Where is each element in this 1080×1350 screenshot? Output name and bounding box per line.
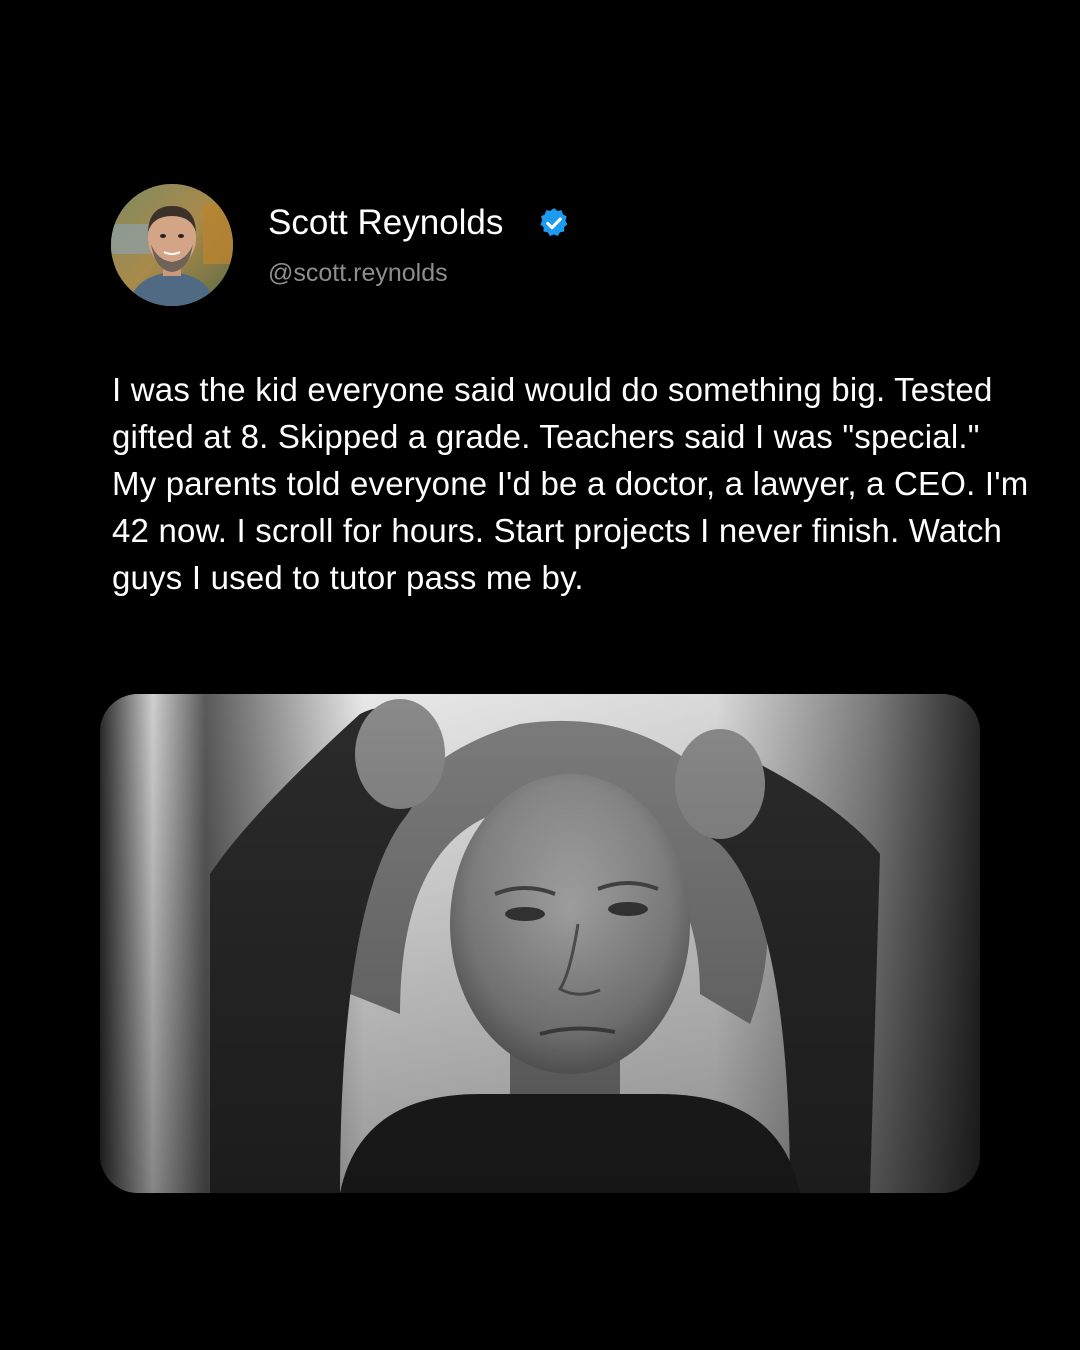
author-name[interactable]: Scott Reynolds	[268, 202, 503, 244]
author-avatar[interactable]	[111, 184, 233, 306]
author-handle[interactable]: @scott.reynolds	[268, 258, 448, 288]
verified-badge-icon	[537, 206, 571, 240]
post-card: Scott Reynolds @scott.reynolds I was the…	[0, 0, 1080, 1350]
post-body-text: I was the kid everyone said would do som…	[112, 371, 1029, 596]
avatar-photo-icon	[111, 184, 233, 306]
post-image[interactable]	[100, 694, 980, 1193]
photo-icon	[100, 694, 980, 1193]
